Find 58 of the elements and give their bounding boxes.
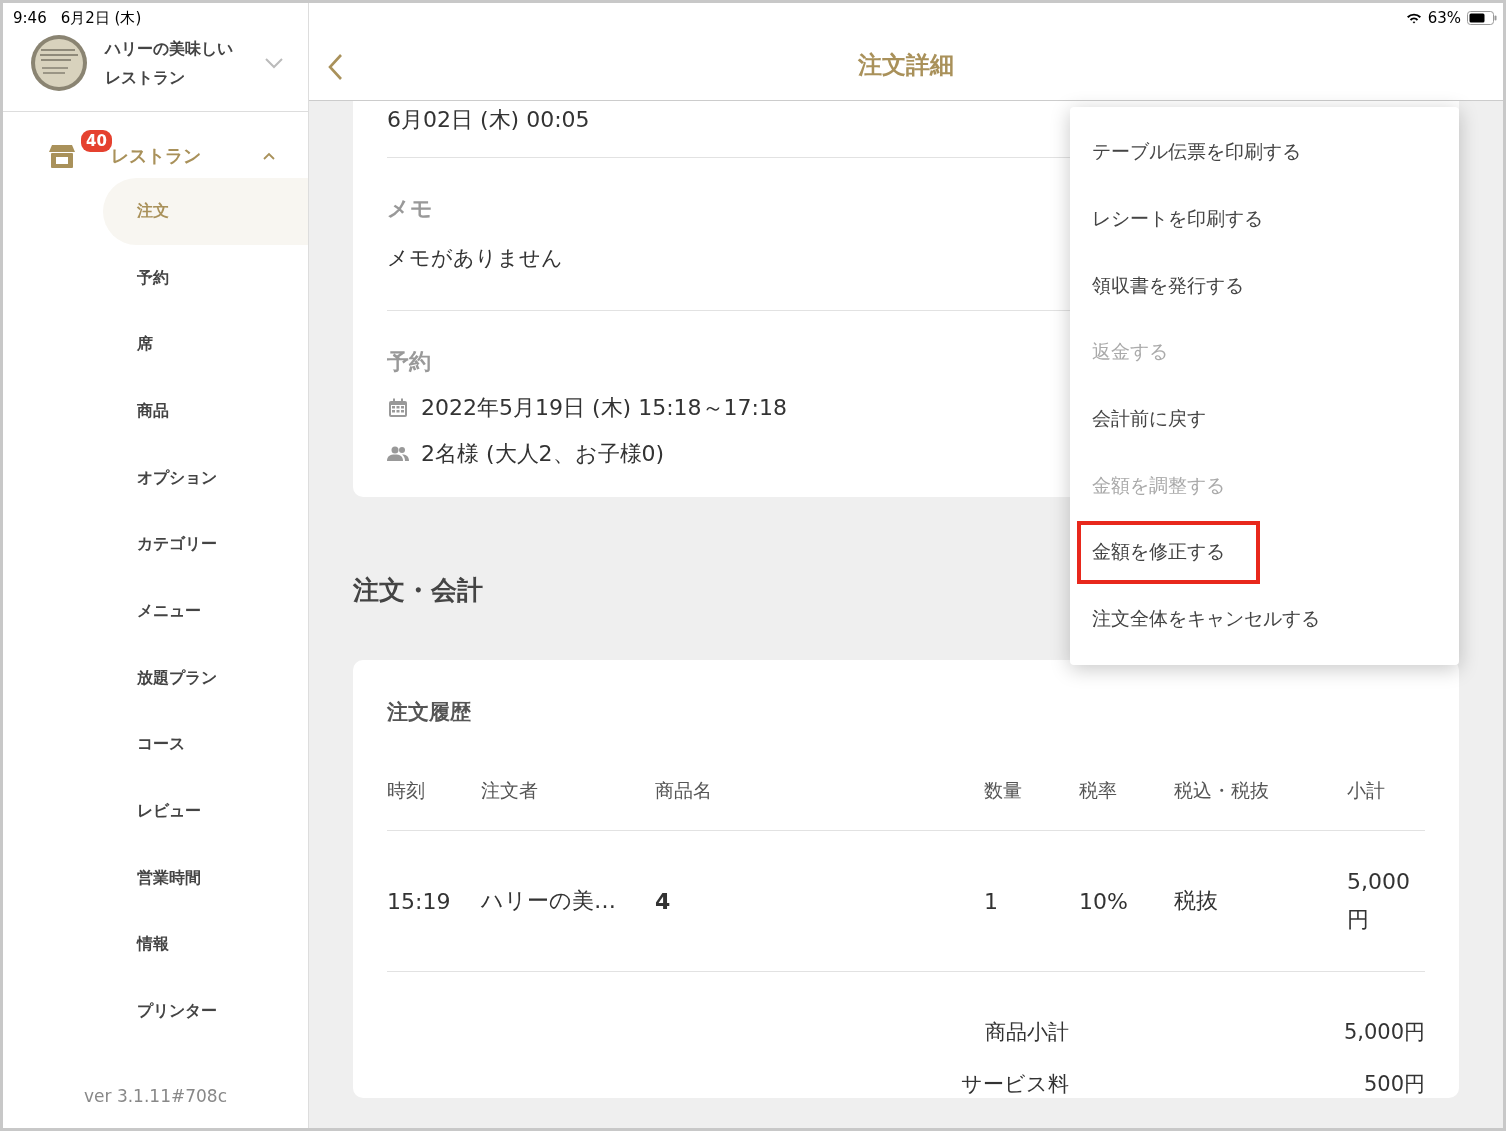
- total-value: 500円: [1362, 1071, 1425, 1098]
- chevron-up-icon[interactable]: [262, 151, 276, 161]
- order-datetime: 6月02日 (木) 00:05: [387, 106, 590, 134]
- section-title: 注文・会計: [353, 574, 484, 607]
- back-icon[interactable]: [327, 53, 343, 81]
- column-header: 税率: [1079, 778, 1118, 803]
- page-title: 注文詳細: [858, 49, 954, 81]
- column-header: 数量: [984, 778, 1023, 803]
- battery-icon: [1467, 11, 1497, 25]
- reservation-label: 予約: [387, 348, 431, 376]
- reservation-guests: 2名様 (大人2、お子様0): [421, 440, 665, 468]
- sidebar-item[interactable]: プリンター: [103, 978, 308, 1045]
- menu-item[interactable]: レシートを印刷する: [1070, 185, 1459, 253]
- status-date: 6月2日 (木): [60, 8, 142, 28]
- history-title: 注文履歴: [387, 699, 472, 726]
- sidebar-item[interactable]: コース: [103, 711, 308, 779]
- reservation-date: 2022年5月19日 (木) 15:18～17:18: [421, 394, 787, 422]
- column-header: 時刻: [387, 778, 426, 803]
- column-header: 商品名: [655, 778, 713, 803]
- sidebar-item[interactable]: レビュー: [103, 778, 308, 845]
- column-header: 注文者: [481, 778, 539, 803]
- total-value: 5,000円: [1342, 1019, 1425, 1046]
- column-header: 小計: [1347, 778, 1386, 803]
- menu-item[interactable]: 会計前に戻す: [1070, 385, 1459, 453]
- sidebar-item[interactable]: 席: [103, 311, 308, 379]
- sidebar-item[interactable]: 放題プラン: [103, 644, 308, 712]
- total-label: 商品小計: [984, 1019, 1069, 1046]
- table-cell-text: 4: [655, 888, 672, 914]
- store-icon: [49, 144, 75, 168]
- sidebar-item[interactable]: オプション: [103, 444, 308, 512]
- menu-item[interactable]: 金額を修正する: [1075, 519, 1262, 586]
- status-time: 9:46: [13, 9, 47, 27]
- battery-percent: 63%: [1427, 9, 1461, 27]
- memo-label: メモ: [387, 195, 433, 223]
- sidebar-item[interactable]: メニュー: [103, 578, 308, 645]
- memo-text: メモがありません: [387, 245, 563, 272]
- table-cell-text: 10%: [1079, 888, 1129, 914]
- table-cell-text: 1: [984, 888, 999, 914]
- menu-item[interactable]: 注文全体をキャンセルする: [1070, 585, 1459, 653]
- column-header: 税込・税抜: [1174, 778, 1270, 803]
- calendar-icon: [387, 398, 409, 418]
- sidebar-item[interactable]: 予約: [103, 244, 308, 312]
- menu-item[interactable]: 領収書を発行する: [1070, 252, 1459, 320]
- sidebar-item[interactable]: 情報: [103, 911, 308, 979]
- table-cell-text: ハリーの美…: [481, 887, 617, 915]
- restaurant-name: ハリーの美味しいレストラン: [105, 38, 234, 89]
- people-icon: [387, 446, 409, 462]
- total-label: サービス料: [960, 1071, 1069, 1098]
- table-cell-text: 税抜: [1174, 887, 1219, 915]
- sidebar-item[interactable]: カテゴリー: [103, 511, 308, 579]
- sidebar-item[interactable]: 営業時間: [103, 844, 308, 912]
- notification-badge: 40: [81, 130, 112, 152]
- chevron-down-icon[interactable]: [264, 57, 284, 69]
- menu-item[interactable]: テーブル伝票を印刷する: [1070, 119, 1459, 186]
- sidebar-item[interactable]: 商品: [103, 378, 308, 445]
- table-cell-text: 5,000円: [1347, 868, 1411, 934]
- table-cell-text: 15:19: [387, 888, 452, 914]
- version-text: ver 3.1.11#708c: [83, 1086, 228, 1108]
